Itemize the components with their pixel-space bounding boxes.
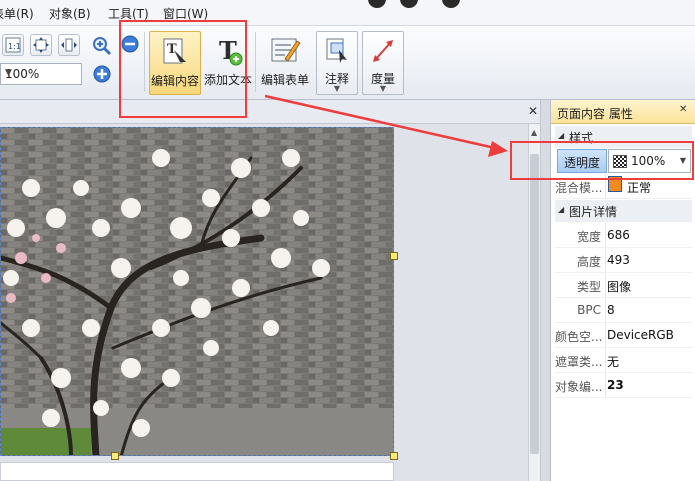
- property-value: 无: [607, 355, 620, 369]
- menu-bar: 表单(R) 对象(B) 工具(T) 窗口(W): [0, 0, 695, 26]
- scroll-up-icon[interactable]: ▲: [531, 128, 537, 137]
- property-value: 8: [607, 303, 615, 317]
- actual-size-icon: 1:1: [5, 37, 21, 53]
- chevron-down-icon: ▼: [333, 84, 341, 93]
- property-row: 遮罩类... 无: [555, 348, 692, 373]
- property-key: 高度: [576, 255, 601, 269]
- ribbon-toolbar: 1:1 100% ▼ T 编辑内容 T 添加文本 编辑表单 注释 ▼ 度量 ▼: [0, 26, 695, 100]
- zoom-in-icon[interactable]: [92, 36, 112, 56]
- zoom-select[interactable]: 100% ▼: [0, 63, 82, 85]
- annotate-icon: [326, 38, 347, 63]
- window-control-icon[interactable]: [442, 0, 460, 8]
- row-divider: [605, 273, 606, 297]
- property-value: 图像: [607, 280, 632, 294]
- selected-image[interactable]: [0, 127, 394, 456]
- property-value: 686: [607, 228, 630, 242]
- menu-object[interactable]: 对象(B): [49, 5, 91, 22]
- fit-page-icon: [33, 37, 49, 53]
- property-row: BPC 8: [555, 298, 692, 323]
- property-value: 23: [607, 378, 624, 392]
- blend-mode-value: 正常: [627, 181, 652, 195]
- next-page: [0, 462, 394, 481]
- measure-button[interactable]: 度量 ▼: [362, 31, 404, 95]
- row-divider: [605, 248, 606, 272]
- fit-width-icon: [61, 38, 77, 52]
- window-control-icon[interactable]: [400, 0, 418, 8]
- property-row: 高度 493: [555, 248, 692, 273]
- row-divider: [605, 373, 606, 397]
- property-key: 类型: [576, 280, 601, 294]
- property-key: BPC: [577, 303, 601, 317]
- document-tab-strip: ✕: [0, 100, 548, 124]
- svg-text:1:1: 1:1: [8, 42, 21, 51]
- annotation-box: [510, 141, 694, 180]
- fit-page-button[interactable]: [30, 34, 52, 56]
- measure-icon: [373, 40, 393, 62]
- property-row: 宽度 686: [555, 223, 692, 248]
- annotation-box: [119, 20, 247, 118]
- resize-handle[interactable]: [390, 452, 398, 460]
- property-row: 类型 图像: [555, 273, 692, 298]
- chevron-down-icon: ▼: [5, 68, 12, 78]
- edit-form-button[interactable]: 编辑表单: [259, 31, 311, 95]
- property-key: 宽度: [576, 230, 601, 244]
- close-icon[interactable]: ✕: [679, 104, 687, 115]
- row-divider: [605, 348, 606, 372]
- blossom-photo: [1, 128, 393, 455]
- property-row: 对象编... 23: [555, 373, 692, 398]
- panel-title-bar: 页面内容 属性 ✕: [551, 100, 695, 124]
- property-value: DeviceRGB: [607, 328, 674, 342]
- actual-size-button[interactable]: 1:1: [2, 34, 24, 56]
- row-divider: [605, 223, 606, 247]
- close-icon[interactable]: ✕: [528, 104, 538, 118]
- chevron-down-icon: ▼: [379, 84, 387, 93]
- edit-form-icon: [271, 38, 301, 62]
- fit-width-button[interactable]: [58, 34, 80, 56]
- collapse-icon: ◢: [558, 205, 565, 214]
- scrollbar-thumb[interactable]: [530, 154, 539, 454]
- section-image-details[interactable]: ◢ 图片详情: [555, 200, 692, 222]
- annotate-button[interactable]: 注释 ▼: [316, 31, 358, 95]
- property-key: 对象编...: [555, 380, 603, 394]
- collapse-icon: ◢: [558, 131, 565, 140]
- resize-handle[interactable]: [390, 252, 398, 260]
- window-control-icon[interactable]: [368, 0, 386, 8]
- property-row: 颜色空... DeviceRGB: [555, 323, 692, 348]
- menu-form[interactable]: 表单(R): [0, 5, 34, 22]
- row-divider: [605, 298, 606, 322]
- property-key: 颜色空...: [555, 330, 603, 344]
- property-key: 遮罩类...: [555, 355, 603, 369]
- row-divider: [605, 323, 606, 347]
- resize-handle[interactable]: [111, 452, 119, 460]
- zoom-plus-icon[interactable]: [92, 64, 112, 84]
- ribbon-divider: [255, 32, 256, 92]
- property-value: 493: [607, 253, 630, 267]
- panel-title: 页面内容 属性: [557, 107, 633, 121]
